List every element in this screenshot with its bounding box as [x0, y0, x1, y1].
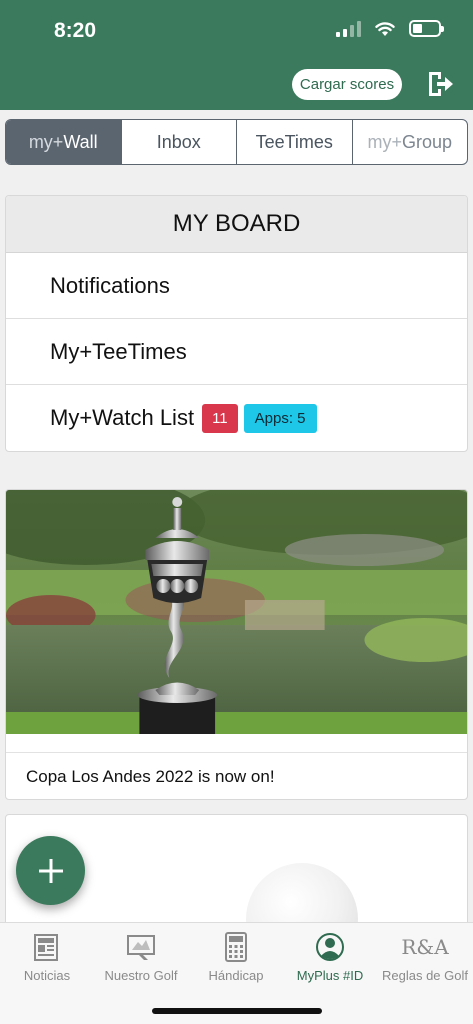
trophy-photo [6, 490, 467, 734]
board-row-notifications[interactable]: Notifications [6, 253, 467, 319]
newspaper-icon [31, 931, 63, 963]
cellular-signal-icon [336, 20, 361, 37]
my-board-card: MY BOARD Notifications My+TeeTimes My+Wa… [5, 195, 468, 452]
plus-icon [38, 858, 63, 883]
row-label: My+Watch List [50, 405, 195, 430]
upload-scores-button[interactable]: Cargar scores [292, 69, 402, 100]
tab-label: TeeTimes [255, 131, 333, 152]
tab-myplus-id[interactable]: MyPlus #ID [283, 931, 377, 983]
tab-nuestro-golf[interactable]: Nuestro Golf [94, 931, 188, 983]
status-time: 8:20 [54, 19, 97, 42]
segmented-control: my+ Wall Inbox TeeTimes my+ Group [5, 119, 468, 165]
tab-prefix: my+ [28, 131, 64, 152]
board-title: MY BOARD [6, 196, 467, 253]
tab-label: Hándicap [208, 968, 264, 983]
news-caption: Copa Los Andes 2022 is now on! [6, 752, 467, 799]
home-indicator [152, 1008, 322, 1014]
status-icons [336, 20, 444, 37]
board-row-my-teetimes[interactable]: My+TeeTimes [6, 319, 467, 385]
logout-icon[interactable] [426, 70, 454, 98]
tab-my-wall[interactable]: my+ Wall [6, 120, 121, 164]
calculator-icon [220, 931, 252, 963]
ra-logo-text: R&A [401, 935, 449, 959]
tab-noticias[interactable]: Noticias [0, 931, 94, 983]
watch-count-badge: 11 [202, 403, 238, 433]
r-and-a-logo-icon: R&A [401, 931, 448, 963]
tab-label: Wall [63, 131, 98, 152]
tab-my-group[interactable]: my+ Group [351, 120, 468, 164]
user-icon [314, 931, 346, 963]
tab-reglas-de-golf[interactable]: R&A Reglas de Golf [378, 931, 472, 983]
battery-icon [409, 20, 444, 37]
tab-label: Noticias [23, 968, 71, 983]
tab-label: MyPlus #ID [296, 968, 364, 983]
row-label: My+TeeTimes [50, 338, 187, 364]
tab-label: Reglas de Golf [382, 968, 468, 983]
apps-count-badge: Apps: 5 [243, 403, 317, 433]
add-button[interactable] [16, 836, 85, 905]
tab-teetimes[interactable]: TeeTimes [236, 120, 352, 164]
golf-course-icon [125, 931, 157, 963]
tab-label: Nuestro Golf [104, 968, 178, 983]
tab-prefix: my+ [367, 131, 402, 152]
tab-label: Group [401, 131, 453, 152]
header-bar: 8:20 Cargar scores [0, 0, 473, 110]
tab-inbox[interactable]: Inbox [120, 120, 237, 164]
tab-handicap[interactable]: Hándicap [189, 931, 283, 983]
board-row-watch-list[interactable]: My+Watch List 11 Apps: 5 [6, 385, 467, 451]
row-label: Notifications [50, 272, 170, 298]
news-card[interactable]: Copa Los Andes 2022 is now on! [5, 489, 468, 800]
tab-label: Inbox [156, 131, 201, 152]
wifi-icon [375, 21, 395, 36]
